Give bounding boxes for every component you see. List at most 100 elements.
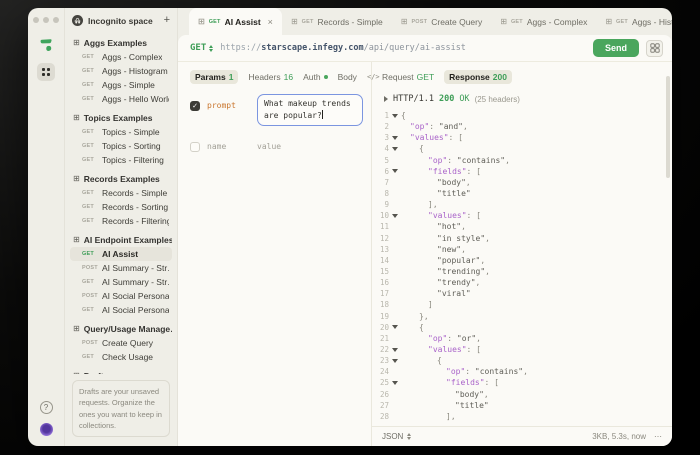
sidebar-request-item[interactable]: GET Aggs - Hello World <box>70 92 172 106</box>
config-tab[interactable]: Body <box>338 70 357 84</box>
sidebar-request-item[interactable]: GET Aggs - Complex <box>70 50 172 64</box>
method-label: GET <box>190 43 207 53</box>
sidebar-folder-item[interactable]: ⊞ Query/Usage Manage… <box>70 322 172 336</box>
line-number: 24 <box>379 367 389 377</box>
sidebar-folder-item[interactable]: ⊞ Records Examples <box>70 172 172 186</box>
collapse-caret-icon[interactable] <box>392 380 398 385</box>
code-line: 14 "popular", <box>374 255 672 266</box>
code-line: 15 "trending", <box>374 266 672 277</box>
zoom-window-button[interactable] <box>53 17 59 23</box>
sidebar-request-item[interactable]: GET Topics - Simple <box>70 125 172 139</box>
param-value-placeholder[interactable]: value <box>257 142 281 151</box>
minimize-window-button[interactable] <box>43 17 49 23</box>
config-tab-label: Body <box>337 72 357 82</box>
sidebar-request-item[interactable]: GET Check Usage <box>70 350 172 364</box>
line-number: 3 <box>384 133 389 143</box>
method-chip: POST <box>411 18 428 25</box>
param-name[interactable]: prompt <box>207 101 257 110</box>
tab-label: Create Query <box>431 16 483 27</box>
sidebar-request-item[interactable]: GET Topics - Sorting <box>70 139 172 153</box>
collapse-caret-icon[interactable] <box>392 169 398 174</box>
collapse-caret-icon[interactable] <box>392 347 398 352</box>
response-tab[interactable]: Request GET <box>382 70 434 84</box>
collapse-caret-icon[interactable] <box>392 113 398 118</box>
method-chip: GET <box>82 251 94 257</box>
response-tab[interactable]: Response 200 <box>444 70 512 84</box>
apps-grid-button[interactable] <box>37 63 55 81</box>
code-line: 22 "values": [ <box>374 344 672 355</box>
collapse-caret-icon[interactable] <box>392 135 398 140</box>
request-label: Topics - Sorting <box>102 141 161 151</box>
text-cursor <box>321 110 323 119</box>
app-logo-icon <box>38 37 54 53</box>
code-line: 11 "hot", <box>374 221 672 232</box>
sidebar-request-item[interactable]: POST Create Query <box>70 336 172 350</box>
code-line-content: "op": "contains", <box>446 367 528 377</box>
param-value-input[interactable]: What makeup trends are popular? <box>257 94 363 126</box>
help-button[interactable]: ? <box>39 401 53 414</box>
url-path: /api/query/ai-assist <box>363 43 466 53</box>
scrollbar-thumb[interactable] <box>666 76 670 178</box>
format-dropdown[interactable]: JSON <box>382 432 403 441</box>
url-bar: GET https://starscape.infegy.com/api/que… <box>178 35 672 62</box>
sidebar-request-item[interactable]: GET Aggs - Histogram <box>70 64 172 78</box>
line-number: 10 <box>379 211 389 221</box>
sidebar-request-item[interactable]: GET Aggs - Simple <box>70 78 172 92</box>
sidebar-request-item[interactable]: GET AI Social Persona… <box>70 303 172 317</box>
sidebar-request-item[interactable]: GET AI Summary - Str… <box>70 275 172 289</box>
new-request-button[interactable]: + <box>164 15 170 26</box>
config-tab[interactable]: Params 1 <box>190 70 239 84</box>
response-pane: Request GET Response 200 HTTP/1.1 200 OK… <box>372 62 672 446</box>
sidebar-folder-item[interactable]: ⊞ Topics Examples <box>70 111 172 125</box>
request-label: Aggs - Histogram <box>102 66 168 76</box>
request-label: Records - Simple <box>102 188 168 198</box>
layout-grid-button[interactable] <box>646 39 663 57</box>
sidebar-folder-item[interactable]: ⊞ Aggs Examples <box>70 36 172 50</box>
sidebar-request-item[interactable]: GET Records - Simple <box>70 186 172 200</box>
method-chip: GET <box>82 204 94 210</box>
line-number: 19 <box>379 311 389 321</box>
request-label: AI Assist <box>102 249 139 259</box>
more-options-icon[interactable]: ⋯ <box>654 432 662 441</box>
sidebar-request-item[interactable]: GET Records - Filtering <box>70 214 172 228</box>
sidebar-request-item[interactable]: POST AI Summary - Str… <box>70 261 172 275</box>
sidebar-request-item[interactable]: GET AI Assist <box>70 247 172 261</box>
request-tab[interactable]: ⊞ GET Aggs - Complex <box>491 8 596 35</box>
code-line-content: { <box>419 322 424 332</box>
url-input[interactable]: https://starscape.infegy.com/api/query/a… <box>220 43 466 53</box>
config-tab[interactable]: Headers 16 <box>248 70 293 84</box>
code-line: 19 }, <box>374 311 672 322</box>
close-window-button[interactable] <box>33 17 39 23</box>
sidebar-folder-item[interactable]: ⊞ AI Endpoint Examples <box>70 233 172 247</box>
method-chip: GET <box>82 218 94 224</box>
line-number: 23 <box>379 356 389 366</box>
request-tab[interactable]: ⊞ POST Create Query <box>392 8 492 35</box>
sidebar-request-item[interactable]: GET Topics - Filtering <box>70 153 172 167</box>
http-status-line[interactable]: HTTP/1.1 200 OK (25 headers) <box>372 94 672 104</box>
param-name-placeholder[interactable]: name <box>207 142 257 151</box>
request-tab[interactable]: ⊞ GET AI Assist × <box>189 8 282 35</box>
request-tab[interactable]: ⊞ GET Aggs - Histogram <box>596 8 672 35</box>
method-chip: GET <box>82 279 94 285</box>
method-dropdown[interactable]: GET <box>190 43 214 53</box>
param-enabled-checkbox[interactable]: ✓ <box>190 101 200 111</box>
line-number: 1 <box>384 111 389 121</box>
sidebar-folder-item[interactable]: ⊞ Drafts <box>70 369 172 374</box>
close-tab-icon[interactable]: × <box>268 17 273 27</box>
method-chip: GET <box>82 68 94 74</box>
sidebar-request-item[interactable]: GET Records - Sorting <box>70 200 172 214</box>
send-button[interactable]: Send <box>592 39 639 57</box>
collapse-caret-icon[interactable] <box>392 325 398 330</box>
collapse-caret-icon[interactable] <box>392 213 398 218</box>
request-label: Check Usage <box>102 352 154 362</box>
method-chip: GET <box>82 157 94 163</box>
request-tab[interactable]: ⊞ GET Records - Simple <box>282 8 392 35</box>
response-body-viewer[interactable]: 1 { 2 "op": "and", 3 "values": [4 {5 "… <box>372 110 672 426</box>
param-enabled-checkbox[interactable] <box>190 142 200 152</box>
collapse-caret-icon[interactable] <box>392 146 398 151</box>
collapse-caret-icon[interactable] <box>392 358 398 363</box>
workspace-header[interactable]: Incognito space + <box>65 8 177 33</box>
config-tab[interactable]: Auth <box>303 70 328 84</box>
sidebar-request-item[interactable]: POST AI Social Persona… <box>70 289 172 303</box>
account-avatar[interactable] <box>39 423 53 436</box>
